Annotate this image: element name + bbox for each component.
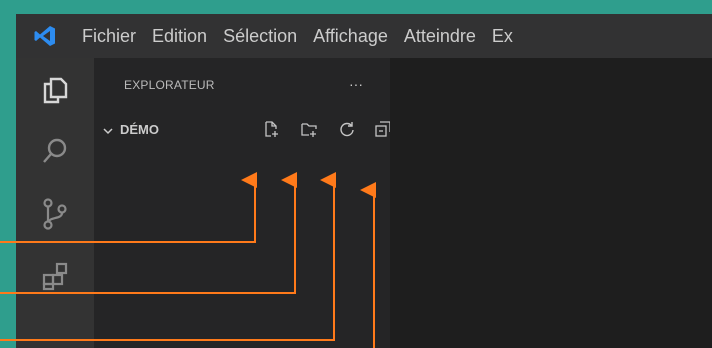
- folder-row[interactable]: DÉMO: [102, 118, 391, 144]
- menu-atteindre[interactable]: Atteindre: [396, 14, 484, 58]
- explorer-sidebar: EXPLORATEUR ··· DÉMO: [94, 58, 391, 348]
- refresh-icon: [338, 120, 356, 143]
- explorer-icon[interactable]: [16, 60, 94, 120]
- menu-selection[interactable]: Sélection: [215, 14, 305, 58]
- more-actions-button[interactable]: ···: [344, 74, 368, 94]
- new-file-button[interactable]: [260, 120, 282, 142]
- menu-affichage[interactable]: Affichage: [305, 14, 396, 58]
- extensions-icon[interactable]: [16, 246, 94, 306]
- menu-edition[interactable]: Edition: [144, 14, 215, 58]
- explorer-title: EXPLORATEUR: [124, 78, 215, 92]
- new-folder-icon: [300, 120, 318, 143]
- activity-bar: [16, 58, 94, 348]
- vscode-logo-icon: [16, 14, 74, 58]
- editor-area[interactable]: [390, 58, 712, 348]
- chevron-down-icon[interactable]: [102, 124, 114, 142]
- new-file-icon: [262, 120, 280, 143]
- source-control-icon[interactable]: [16, 184, 94, 244]
- menu-bar: Fichier Edition Sélection Affichage Atte…: [16, 14, 712, 58]
- search-icon[interactable]: [16, 122, 94, 182]
- refresh-button[interactable]: [336, 120, 358, 142]
- new-folder-button[interactable]: [298, 120, 320, 142]
- vscode-window: Fichier Edition Sélection Affichage Atte…: [16, 14, 712, 348]
- menu-ex-truncated[interactable]: Ex: [484, 14, 521, 58]
- folder-name: DÉMO: [120, 122, 159, 137]
- menu-fichier[interactable]: Fichier: [74, 14, 144, 58]
